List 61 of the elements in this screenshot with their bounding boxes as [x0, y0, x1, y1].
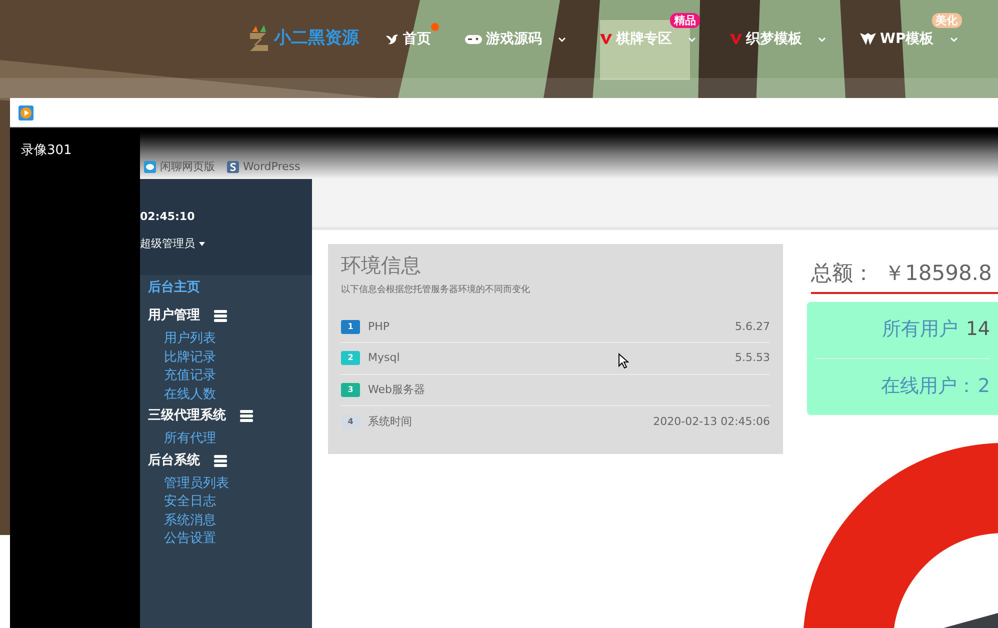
card-subtitle: 以下信息会根据您托管服务器环境的不同而变化: [341, 284, 531, 297]
nav-label: 织梦模板: [746, 30, 802, 48]
nav-label: 游戏源码: [486, 30, 542, 48]
nav-label: 首页: [403, 30, 431, 48]
menu-item[interactable]: 比牌记录: [164, 348, 312, 367]
row-number: 2: [341, 351, 360, 366]
recording-label: 录像301: [21, 143, 72, 158]
list-icon: [214, 454, 227, 466]
row-label: Web服务器: [368, 382, 425, 398]
menu-item[interactable]: 所有代理: [164, 430, 312, 448]
user-dropdown[interactable]: 超级管理员: [140, 236, 312, 252]
chat-bubble-icon: [144, 160, 156, 173]
menu-group-title[interactable]: 后台系统: [148, 450, 200, 470]
v-icon: [730, 33, 742, 45]
nav-item[interactable]: 棋牌专区 精品: [600, 12, 704, 66]
row-number: 3: [341, 382, 360, 397]
users-value: 14: [966, 317, 990, 342]
row-label: 系统时间: [368, 414, 412, 430]
menu-link[interactable]: 后台主页: [148, 278, 312, 298]
menu-group-title[interactable]: 三级代理系统: [148, 406, 226, 426]
card-title: 环境信息: [341, 252, 422, 278]
row-value: 5.6.27: [735, 318, 770, 334]
nav-item[interactable]: 首页: [385, 12, 439, 66]
nav-label: 棋牌专区: [616, 30, 672, 48]
online-value: 2: [978, 374, 990, 400]
cursor-icon: [618, 353, 629, 369]
play-icon[interactable]: [18, 104, 34, 120]
menu-item[interactable]: 在线人数: [164, 386, 312, 404]
menu-item[interactable]: 系统消息: [164, 512, 312, 530]
nav-item[interactable]: WP模板 美化: [860, 12, 966, 66]
v-icon: [600, 33, 612, 45]
row-label: PHP: [368, 318, 390, 334]
menu-item[interactable]: 管理员列表: [164, 474, 312, 493]
site-logo-text[interactable]: 小二黑资源: [274, 26, 359, 52]
menu-item[interactable]: 安全日志: [164, 493, 312, 512]
s-logo-icon: [227, 160, 239, 173]
wing-icon: [860, 32, 876, 46]
logo-icon: [248, 25, 270, 53]
row-label: Mysql: [368, 350, 400, 366]
caret-icon: [199, 242, 205, 246]
menu-item[interactable]: 用户列表: [164, 330, 312, 348]
menu-item[interactable]: 充值记录: [164, 367, 312, 386]
nav-item[interactable]: 游戏源码: [465, 12, 574, 66]
row-value: 2020-02-13 02:45:06: [653, 414, 770, 430]
list-icon: [214, 310, 227, 322]
menu-group-title[interactable]: 用户管理: [148, 306, 200, 326]
row-number: 4: [341, 414, 360, 429]
bird-icon: [385, 32, 399, 46]
nav-item[interactable]: 织梦模板: [730, 12, 834, 66]
row-value: 5.5.53: [735, 350, 770, 366]
total-label: 总额：: [811, 260, 874, 287]
row-number: 1: [341, 320, 360, 334]
menu-item[interactable]: 公告设置: [164, 530, 312, 548]
online-label: 在线用户：: [880, 374, 976, 400]
nav-label: WP模板: [880, 30, 934, 48]
users-label: 所有用户: [882, 317, 958, 342]
bookmark[interactable]: 闲聊网页版: [144, 158, 215, 175]
total-value: ￥18598.8: [884, 260, 992, 287]
clock-text: 02:45:10: [140, 209, 196, 225]
list-icon: [240, 410, 253, 422]
bookmark[interactable]: WordPress: [227, 158, 300, 175]
